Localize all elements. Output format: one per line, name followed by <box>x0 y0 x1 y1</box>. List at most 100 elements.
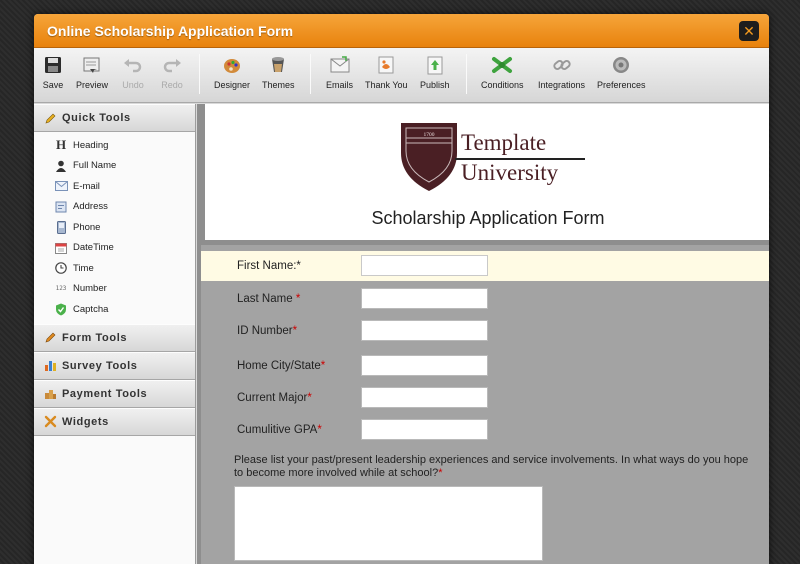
tools-icon <box>43 415 57 429</box>
preferences-label: Preferences <box>597 80 646 90</box>
undo-button[interactable]: Undo <box>122 54 144 90</box>
quick-tool-email[interactable]: E-mail <box>34 176 195 197</box>
undo-label: Undo <box>122 80 144 90</box>
quick-tool-full-name[interactable]: Full Name <box>34 156 195 177</box>
title-bar: Online Scholarship Application Form ✕ <box>34 14 769 48</box>
quick-tool-label: Address <box>73 201 108 213</box>
toolbar: Save Preview Undo Redo Designer Themes E… <box>34 48 769 103</box>
leadership-question-label: Please list your past/present leadership… <box>234 454 749 479</box>
widgets-header[interactable]: Widgets <box>34 407 195 436</box>
emails-label: Emails <box>326 80 354 90</box>
quick-tool-datetime[interactable]: DateTime <box>34 238 195 259</box>
quick-tool-label: E-mail <box>73 180 100 192</box>
envelope-icon <box>54 179 68 193</box>
quick-tool-label: Captcha <box>73 303 109 315</box>
conditions-button[interactable]: Conditions <box>481 54 524 90</box>
redo-button[interactable]: Redo <box>161 54 183 90</box>
id-number-input[interactable] <box>361 320 488 341</box>
themes-button[interactable]: Themes <box>262 54 295 90</box>
logo-year: 1700 <box>424 132 435 138</box>
close-icon: ✕ <box>743 23 755 39</box>
thank-you-label: Thank You <box>365 80 408 90</box>
conditions-icon <box>491 54 513 76</box>
first-name-input[interactable] <box>361 255 488 276</box>
field-row-first-name[interactable]: First Name:* <box>201 251 769 281</box>
home-city-state-input[interactable] <box>361 355 488 376</box>
form-title: Scholarship Application Form <box>371 208 605 228</box>
form-header[interactable]: 1700 Template University Scholarship App… <box>205 104 769 240</box>
form-tools-label: Form Tools <box>62 331 128 344</box>
form-canvas: 1700 Template University Scholarship App… <box>197 104 769 564</box>
save-button[interactable]: Save <box>42 54 64 90</box>
toolbar-separator <box>199 54 200 94</box>
payment-tools-header[interactable]: Payment Tools <box>34 379 195 408</box>
bar-chart-icon <box>43 359 57 373</box>
toolbar-separator <box>310 54 311 94</box>
thank-you-button[interactable]: Thank You <box>365 54 408 90</box>
save-label: Save <box>42 80 64 90</box>
gear-icon <box>610 54 632 76</box>
quick-tool-label: DateTime <box>73 242 114 254</box>
field-label: ID Number* <box>237 325 298 337</box>
tools-sidebar: Quick Tools H Heading Full Name E-mail A… <box>34 104 196 564</box>
field-label: First Name:* <box>237 260 301 272</box>
quick-tools-header[interactable]: Quick Tools <box>34 104 195 132</box>
form-body: First Name:* Last Name * ID Number* Home… <box>201 245 769 564</box>
quick-tool-label: Heading <box>73 139 109 151</box>
form-builder-window: Online Scholarship Application Form ✕ Sa… <box>34 14 769 564</box>
publish-button[interactable]: Publish <box>420 54 450 90</box>
quick-tool-label: Full Name <box>73 160 117 172</box>
chain-link-icon <box>551 54 573 76</box>
payment-tools-label: Payment Tools <box>62 387 148 400</box>
current-major-input[interactable] <box>361 387 488 408</box>
clock-icon <box>54 261 68 275</box>
field-row-last-name: Last Name * <box>201 284 769 314</box>
quick-tool-captcha[interactable]: Captcha <box>34 299 195 320</box>
preview-button[interactable]: Preview <box>76 54 108 90</box>
preferences-button[interactable]: Preferences <box>597 54 646 90</box>
quick-tool-heading[interactable]: H Heading <box>34 135 195 156</box>
logo-name-line1: Template <box>461 130 547 155</box>
field-row-cumulative-gpa: Cumulitive GPA* <box>201 415 769 445</box>
field-label: Last Name * <box>237 293 301 305</box>
thank-you-icon <box>375 54 397 76</box>
floppy-disk-icon <box>42 54 64 76</box>
survey-tools-label: Survey Tools <box>62 359 138 372</box>
themes-label: Themes <box>262 80 295 90</box>
emails-button[interactable]: Emails <box>326 54 353 90</box>
leadership-answer-textarea[interactable] <box>234 486 543 561</box>
address-icon <box>54 200 68 214</box>
quick-tool-address[interactable]: Address <box>34 197 195 218</box>
quick-tools-label: Quick Tools <box>62 112 131 124</box>
quick-tool-number[interactable]: 123 Number <box>34 279 195 300</box>
heading-icon: H <box>55 137 67 153</box>
quick-tools-list: H Heading Full Name E-mail Address Phone… <box>34 132 195 324</box>
coins-icon <box>43 387 57 401</box>
designer-button[interactable]: Designer <box>214 54 250 90</box>
integrations-button[interactable]: Integrations <box>538 54 585 90</box>
calendar-icon <box>54 241 68 255</box>
close-button[interactable]: ✕ <box>739 21 759 41</box>
field-row-home-city-state: Home City/State* <box>201 351 769 381</box>
quick-tool-time[interactable]: Time <box>34 258 195 279</box>
shield-icon <box>54 302 68 316</box>
field-row-current-major: Current Major* <box>201 383 769 413</box>
field-label: Current Major* <box>237 392 312 404</box>
pencil-icon <box>43 111 57 125</box>
integrations-label: Integrations <box>538 80 586 90</box>
cumulative-gpa-input[interactable] <box>361 419 488 440</box>
conditions-label: Conditions <box>481 80 524 90</box>
last-name-input[interactable] <box>361 288 488 309</box>
widgets-label: Widgets <box>62 415 109 428</box>
quick-tool-phone[interactable]: Phone <box>34 217 195 238</box>
designer-label: Designer <box>214 80 251 90</box>
redo-label: Redo <box>161 80 183 90</box>
palette-icon <box>221 54 243 76</box>
form-tools-header[interactable]: Form Tools <box>34 323 195 352</box>
pencil-icon <box>43 331 57 345</box>
preview-icon <box>81 54 103 76</box>
field-label: Home City/State* <box>237 360 326 372</box>
logo-name-line2: University <box>461 160 559 185</box>
survey-tools-header[interactable]: Survey Tools <box>34 351 195 380</box>
person-icon <box>54 159 68 173</box>
